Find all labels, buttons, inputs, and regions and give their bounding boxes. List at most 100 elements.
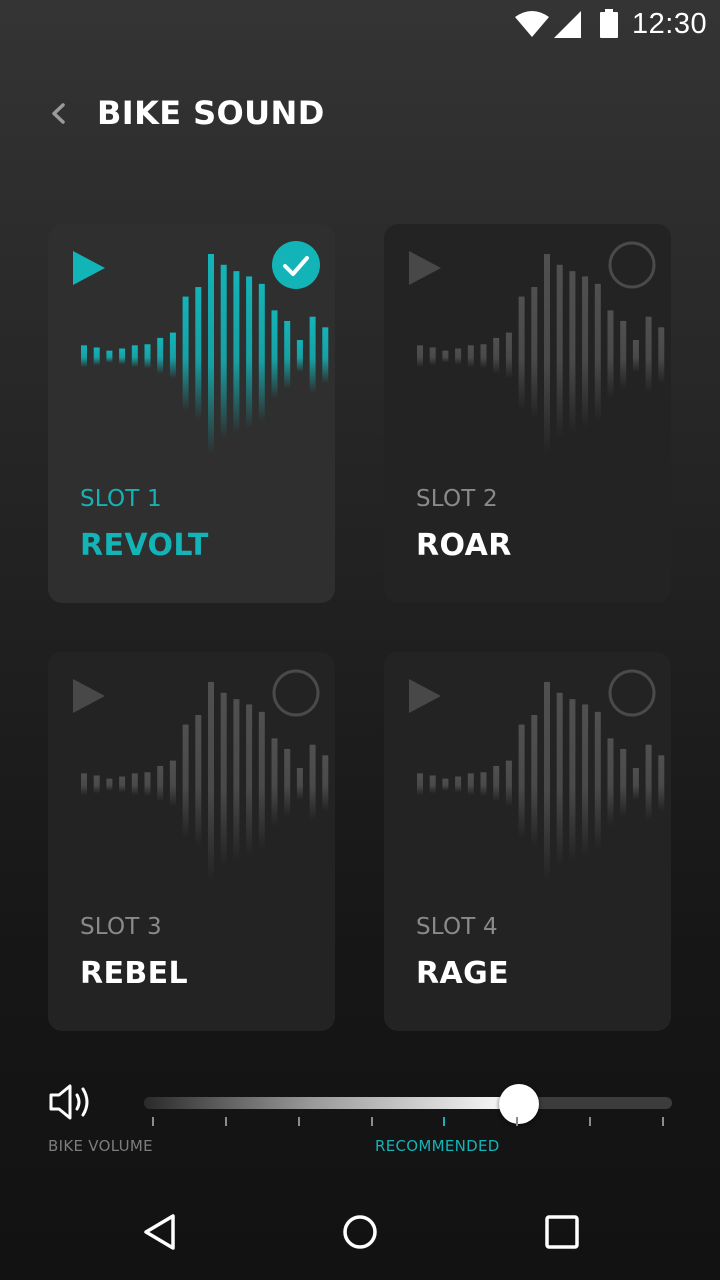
unselected-radio-icon[interactable] xyxy=(608,669,658,719)
waveform-bar xyxy=(169,332,176,379)
waveform-bar xyxy=(493,765,500,802)
waveform-bar xyxy=(144,344,151,369)
volume-tick xyxy=(370,1117,373,1126)
waveform-bar xyxy=(220,692,227,867)
recents-square-icon xyxy=(545,1215,579,1249)
waveform-bar xyxy=(505,332,512,379)
waveform-bar xyxy=(81,345,87,368)
waveform-bar xyxy=(582,704,589,857)
waveform-bar xyxy=(106,778,113,791)
waveform-bar xyxy=(417,345,423,368)
waveform-bar xyxy=(296,340,303,373)
speaker-icon[interactable] xyxy=(48,1082,94,1122)
volume-label: BIKE VOLUME xyxy=(48,1137,153,1155)
waveform-bar xyxy=(93,347,100,366)
waveform-bar xyxy=(518,724,525,839)
waveform-bar xyxy=(594,283,601,422)
sound-name: REBEL xyxy=(80,956,189,991)
waveform-bar xyxy=(417,773,423,796)
nav-back-button[interactable] xyxy=(140,1212,180,1252)
waveform-bar xyxy=(322,327,329,384)
volume-ticks xyxy=(0,1117,720,1129)
waveform-bar xyxy=(544,682,550,882)
waveform-bar xyxy=(246,276,253,429)
waveform-bar xyxy=(620,320,627,389)
waveform-bar xyxy=(144,772,151,797)
waveform-bar xyxy=(208,682,214,882)
waveform-bar xyxy=(131,773,138,796)
waveform-bar xyxy=(233,699,240,862)
waveform-bar xyxy=(309,744,316,821)
status-bar: 12:30 xyxy=(0,0,720,48)
waveform-bar xyxy=(645,316,652,393)
sound-name: REVOLT xyxy=(80,528,209,563)
waveform-bar xyxy=(480,344,487,369)
waveform-bar xyxy=(442,778,449,791)
back-button[interactable] xyxy=(40,94,74,132)
waveform-bar xyxy=(106,350,113,363)
waveform-bar xyxy=(429,775,436,794)
waveform-bar xyxy=(658,327,665,384)
nav-home-button[interactable] xyxy=(340,1212,380,1252)
waveform-bar xyxy=(195,715,202,848)
waveform-bar xyxy=(455,348,462,365)
waveform-bar xyxy=(607,310,614,399)
waveform-bar xyxy=(309,316,316,393)
unselected-radio-icon[interactable] xyxy=(608,241,658,291)
waveform-bar xyxy=(480,772,487,797)
waveform-bar xyxy=(518,296,525,411)
bike-volume-control: BIKE VOLUME RECOMMENDED xyxy=(0,1070,720,1170)
sound-slot-card-3[interactable]: SLOT 3 REBEL xyxy=(48,652,335,1031)
slot-label: SLOT 2 xyxy=(416,486,498,512)
volume-tick xyxy=(662,1117,664,1126)
waveform-bar xyxy=(119,776,126,793)
sound-slot-card-2[interactable]: SLOT 2 ROAR xyxy=(384,224,671,603)
waveform-bar xyxy=(505,760,512,807)
waveform-bar xyxy=(131,345,138,368)
waveform-bar xyxy=(442,350,449,363)
page-title: BIKE SOUND xyxy=(97,94,325,132)
waveform-bar xyxy=(556,264,563,439)
sound-slot-card-4[interactable]: SLOT 4 RAGE xyxy=(384,652,671,1031)
waveform-bar xyxy=(493,337,500,374)
waveform-bar xyxy=(258,283,265,422)
home-circle-icon xyxy=(343,1215,377,1249)
waveform-bar xyxy=(220,264,227,439)
waveform-bar xyxy=(296,768,303,801)
selected-check-icon[interactable] xyxy=(272,241,322,291)
sound-slot-card-1[interactable]: SLOT 1 REVOLT xyxy=(48,224,335,603)
waveform-bar xyxy=(208,254,214,454)
wifi-icon xyxy=(515,11,549,37)
status-time: 12:30 xyxy=(632,8,708,40)
waveform-bar xyxy=(620,748,627,817)
volume-tick xyxy=(152,1117,154,1126)
volume-slider-fill xyxy=(144,1097,519,1109)
waveform-bar xyxy=(182,296,189,411)
waveform-bar xyxy=(632,340,639,373)
waveform-bar xyxy=(544,254,550,454)
waveform-bar xyxy=(531,715,538,848)
slot-label: SLOT 1 xyxy=(80,486,162,512)
volume-tick xyxy=(297,1117,300,1126)
sound-name: RAGE xyxy=(416,956,510,991)
waveform-bar xyxy=(645,744,652,821)
waveform-bar xyxy=(157,337,164,374)
waveform-bar xyxy=(271,310,278,399)
back-triangle-icon xyxy=(144,1214,175,1250)
waveform-bar xyxy=(195,287,202,420)
app-header: BIKE SOUND xyxy=(0,88,720,138)
unselected-radio-icon[interactable] xyxy=(272,669,322,719)
volume-slider[interactable] xyxy=(144,1097,672,1109)
nav-recents-button[interactable] xyxy=(542,1212,582,1252)
volume-tick xyxy=(224,1117,227,1126)
chevron-left-icon xyxy=(52,103,65,124)
waveform-bar xyxy=(284,748,291,817)
waveform-bar xyxy=(233,271,240,434)
waveform-bar xyxy=(594,711,601,850)
sound-name: ROAR xyxy=(416,528,512,563)
recommended-label: RECOMMENDED xyxy=(375,1137,500,1155)
waveform-bar xyxy=(467,345,474,368)
waveform-bar xyxy=(531,287,538,420)
waveform-bar xyxy=(582,276,589,429)
waveform-bar xyxy=(246,704,253,857)
